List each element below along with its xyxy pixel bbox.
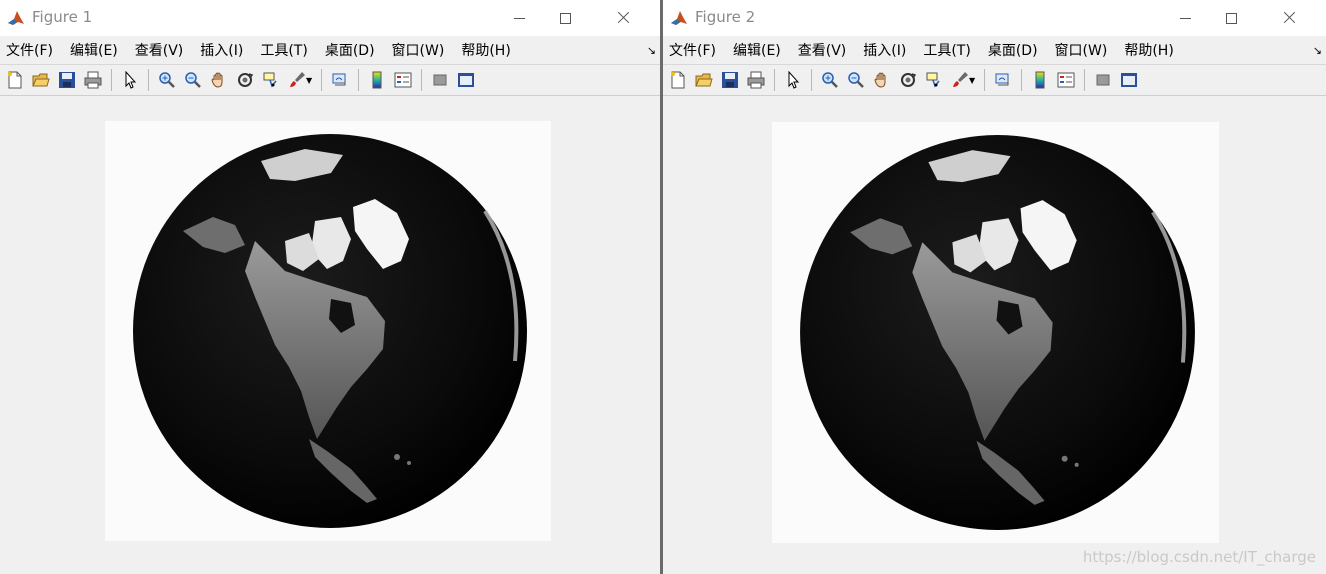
globe-image <box>772 122 1219 543</box>
toolbar-separator <box>321 69 323 91</box>
minimize-icon <box>513 17 525 19</box>
open-file-icon[interactable] <box>28 68 54 92</box>
pan-hand-icon[interactable] <box>869 68 895 92</box>
maximize-icon <box>559 12 571 24</box>
menu-desktop[interactable]: 桌面(D) <box>988 40 1038 60</box>
minimize-button[interactable] <box>496 0 542 36</box>
hide-plot-tools-icon[interactable] <box>1090 68 1116 92</box>
menu-insert[interactable]: 插入(I) <box>200 40 243 60</box>
close-button[interactable] <box>600 0 646 36</box>
edit-plot-arrow-icon[interactable] <box>780 68 806 92</box>
new-figure-icon[interactable] <box>665 68 691 92</box>
legend-icon[interactable] <box>1053 68 1079 92</box>
zoom-in-icon[interactable] <box>817 68 843 92</box>
link-plot-icon[interactable] <box>327 68 353 92</box>
axes[interactable] <box>772 122 1219 543</box>
zoom-out-icon[interactable] <box>843 68 869 92</box>
menu-edit[interactable]: 编辑(E) <box>70 40 118 60</box>
figure-toolbar: ▼ <box>0 64 660 96</box>
dock-arrow-icon[interactable]: ↘ <box>647 44 656 57</box>
new-figure-icon[interactable] <box>2 68 28 92</box>
menu-window[interactable]: 窗口(W) <box>1055 40 1108 60</box>
hide-plot-tools-icon[interactable] <box>427 68 453 92</box>
zoom-out-icon[interactable] <box>180 68 206 92</box>
toolbar-separator <box>811 69 812 91</box>
maximize-button[interactable] <box>1208 0 1254 36</box>
window-title: Figure 2 <box>695 8 756 26</box>
figure-canvas[interactable] <box>0 100 660 574</box>
edit-plot-arrow-icon[interactable] <box>117 68 143 92</box>
close-button[interactable] <box>1266 0 1312 36</box>
menu-window[interactable]: 窗口(W) <box>392 40 445 60</box>
pan-hand-icon[interactable] <box>206 68 232 92</box>
menu-tools[interactable]: 工具(T) <box>260 40 307 60</box>
menu-tools[interactable]: 工具(T) <box>923 40 970 60</box>
colorbar-icon[interactable] <box>364 68 390 92</box>
colorbar-icon[interactable] <box>1027 68 1053 92</box>
minimize-button[interactable] <box>1162 0 1208 36</box>
menu-view[interactable]: 查看(V) <box>798 40 847 60</box>
brush-icon[interactable] <box>284 68 310 92</box>
watermark: https://blog.csdn.net/IT_charge <box>1082 548 1316 566</box>
print-icon[interactable] <box>743 68 769 92</box>
matlab-logo-icon <box>669 8 689 28</box>
title-bar[interactable]: Figure 1 <box>0 0 660 36</box>
maximize-button[interactable] <box>542 0 588 36</box>
close-icon <box>616 11 630 25</box>
link-plot-icon[interactable] <box>990 68 1016 92</box>
title-bar[interactable]: Figure 2 <box>663 0 1326 36</box>
show-plot-tools-icon[interactable] <box>453 68 479 92</box>
save-icon[interactable] <box>717 68 743 92</box>
menu-file[interactable]: 文件(F) <box>6 40 53 60</box>
globe-image <box>131 132 529 530</box>
toolbar-separator <box>421 69 423 91</box>
show-plot-tools-icon[interactable] <box>1116 68 1142 92</box>
menu-view[interactable]: 查看(V) <box>135 40 184 60</box>
figure-canvas[interactable] <box>663 100 1326 574</box>
menu-insert[interactable]: 插入(I) <box>863 40 906 60</box>
print-icon[interactable] <box>80 68 106 92</box>
toolbar-separator <box>1021 69 1023 91</box>
axes[interactable] <box>105 121 551 541</box>
menu-edit[interactable]: 编辑(E) <box>733 40 781 60</box>
zoom-in-icon[interactable] <box>154 68 180 92</box>
matlab-logo-icon <box>6 8 26 28</box>
figure-window-2: Figure 2 文件(F) 编辑(E) 查看(V) 插入(I) 工具(T) 桌… <box>663 0 1326 574</box>
toolbar-separator <box>774 69 775 91</box>
toolbar-separator <box>358 69 360 91</box>
legend-icon[interactable] <box>390 68 416 92</box>
toolbar-separator <box>148 69 149 91</box>
dock-arrow-icon[interactable]: ↘ <box>1313 44 1322 57</box>
toolbar-separator <box>111 69 112 91</box>
save-icon[interactable] <box>54 68 80 92</box>
data-cursor-icon[interactable] <box>921 68 947 92</box>
maximize-icon <box>1225 12 1237 24</box>
menu-help[interactable]: 帮助(H) <box>461 40 510 60</box>
brush-icon[interactable] <box>947 68 973 92</box>
menu-bar: 文件(F) 编辑(E) 查看(V) 插入(I) 工具(T) 桌面(D) 窗口(W… <box>663 36 1326 64</box>
open-file-icon[interactable] <box>691 68 717 92</box>
menu-file[interactable]: 文件(F) <box>669 40 716 60</box>
figure-toolbar: ▼ <box>663 64 1326 96</box>
window-title: Figure 1 <box>32 8 93 26</box>
figure-window-1: Figure 1 文件(F) 编辑(E) 查看(V) 插入(I) 工具(T) 桌… <box>0 0 660 574</box>
rotate-3d-icon[interactable] <box>895 68 921 92</box>
menu-desktop[interactable]: 桌面(D) <box>325 40 375 60</box>
data-cursor-icon[interactable] <box>258 68 284 92</box>
toolbar-separator <box>984 69 986 91</box>
rotate-3d-icon[interactable] <box>232 68 258 92</box>
menu-bar: 文件(F) 编辑(E) 查看(V) 插入(I) 工具(T) 桌面(D) 窗口(W… <box>0 36 660 64</box>
toolbar-separator <box>1084 69 1086 91</box>
minimize-icon <box>1179 17 1191 19</box>
close-icon <box>1282 11 1296 25</box>
menu-help[interactable]: 帮助(H) <box>1124 40 1173 60</box>
